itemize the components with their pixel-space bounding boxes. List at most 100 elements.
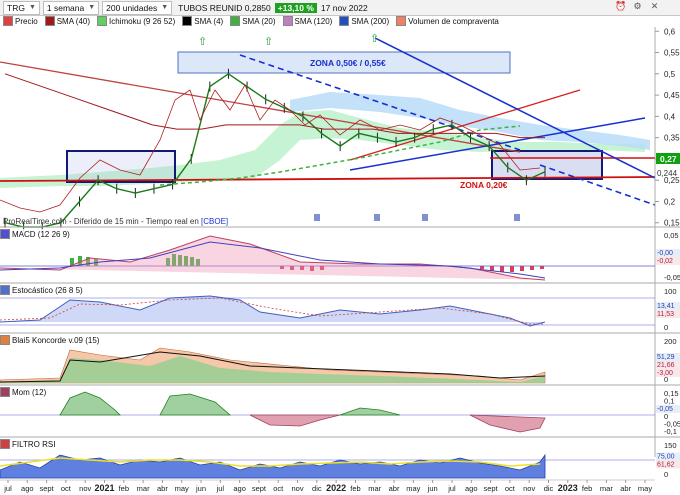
x-tick-label: ago [21,484,34,493]
x-tick-label: jun [195,484,206,493]
legend-swatch [0,387,10,397]
legend-item[interactable]: Volumen de compraventa [396,16,499,26]
price-tick-label: 0,5 [664,70,676,79]
price-tick-label: 0,55 [664,49,680,58]
mom-positive-1 [59,391,121,416]
price-tick-label: 0,35 [664,134,680,143]
legend-swatch [97,16,108,26]
x-tick-label: oct [61,484,72,493]
legend-item[interactable]: SMA (20) [230,16,276,26]
legend-swatch [396,16,407,26]
legend-swatch [282,16,293,26]
macd-panel-label[interactable]: MACD (12 26 9) [0,229,72,239]
dividend-icon[interactable] [374,214,380,221]
x-tick-label: mar [137,484,150,493]
legend-label: SMA (4) [194,16,224,26]
x-tick-label: 2022 [326,483,346,493]
indicator-legend: Precio SMA (40) Ichimoku (9 26 52) SMA (4) S… [0,15,503,27]
price-tick-label: 0,2 [664,197,676,206]
dividend-icon[interactable] [422,214,428,221]
chart-canvas: ZONA 0,50€ / 0,55€ ZONA 0,20€ ⇧ ⇧ ⇧ 0,6 0… [0,27,680,493]
mom-positive-3 [339,407,401,416]
rsi-panel-label[interactable]: FILTRO RSI [0,439,58,449]
legend-swatch [339,16,350,26]
up-arrow-icon: ⇧ [370,33,379,45]
legend-item[interactable]: SMA (4) [182,16,223,26]
stochastic-panel-label[interactable]: Estocástico (26 8 5) [0,285,85,295]
x-axis-ticks: jul ago sept oct nov 2021 feb mar abr may jun jul ag… [3,480,652,493]
panel-readout: 61,62 [657,462,675,469]
panel-tick-label: 0 [664,323,668,332]
x-tick-label: feb [119,484,129,493]
x-tick-label: abr [157,484,168,493]
up-arrow-icon: ⇧ [198,36,207,48]
x-tick-label: jul [3,484,12,493]
legend-swatch [44,16,55,26]
zone-left-box [66,150,176,183]
legend-swatch [182,16,193,26]
legend-item[interactable]: SMA (200) [339,16,389,26]
panel-readout: 51,29 [657,354,675,361]
x-tick-label: jul [447,484,456,493]
legend-item[interactable]: SMA (120) [282,16,333,26]
legend-label: SMA (20) [242,16,276,26]
legend-label: SMA (40) [56,16,91,26]
panel-axis-ticks: 0,050-0,05-0,00-0,02100013,4111,53200100… [656,231,680,479]
panel-readout: 21,66 [657,362,675,369]
legend-label: Precio [15,16,38,26]
x-tick-label: ago [233,484,246,493]
legend-swatch [0,335,10,345]
legend-item[interactable]: SMA (40) [44,16,91,26]
panel-readout: -0,02 [657,258,673,265]
x-tick-label: may [175,484,189,493]
panel-tick-label: 200 [664,337,677,346]
mom-negative-2 [469,414,546,433]
legend-swatch [0,285,10,295]
price-tick-label: 0,15 [664,219,680,228]
legend-swatch [0,439,10,449]
zone-bottom-label: ZONA 0,20€ [460,180,508,190]
zone-top-label: ZONA 0,50€ / 0,55€ [310,58,386,68]
x-tick-label: abr [620,484,631,493]
x-tick-label: 2023 [558,483,578,493]
mom-positive-2 [159,393,232,416]
x-tick-label: nov [291,484,303,493]
panel-tick-label: 0 [664,470,668,479]
legend-label: Ichimoku (9 26 52) [109,16,176,26]
last-price-badge: 0,27 [660,154,677,164]
legend-swatch [230,16,241,26]
legend-item[interactable]: Precio [3,16,38,26]
x-tick-label: nov [523,484,535,493]
x-tick-label: sept [483,484,498,493]
x-tick-label: jun [427,484,438,493]
price-tick-label: 0,6 [664,27,676,36]
legend-label: SMA (120) [294,16,333,26]
dividend-icon[interactable] [514,214,520,221]
panel-readout: -3,00 [657,370,673,377]
mom-negative-1 [249,414,341,427]
panel-tick-label: -0,1 [664,427,677,436]
x-tick-label: 2021 [94,483,114,493]
panel-readout: -0,00 [657,250,673,257]
cboe-link[interactable]: [CBOE] [201,217,228,226]
legend-item[interactable]: Ichimoku (9 26 52) [97,16,175,26]
x-tick-label: dic [544,484,554,493]
x-tick-label: oct [273,484,284,493]
up-arrow-icon: ⇧ [264,36,273,48]
price-axis-ticks: 0,60,550,50,450,40,350,30,250,20,15 [655,27,680,228]
x-tick-label: oct [505,484,516,493]
panel-readout: 13,41 [657,303,675,310]
x-tick-label: feb [582,484,592,493]
panel-readout: 75,00 [657,454,675,461]
x-tick-label: mar [368,484,381,493]
dividend-icon[interactable] [314,214,320,221]
price-tick-label: 0,4 [664,112,676,121]
x-tick-label: jul [216,484,225,493]
koncorde-panel-label[interactable]: Blai5 Koncorde v.09 (15) [0,335,102,345]
x-tick-label: sept [40,484,55,493]
x-tick-label: ago [465,484,478,493]
momentum-panel-label[interactable]: Mom (12) [0,387,49,397]
x-tick-label: mar [600,484,613,493]
x-tick-label: nov [79,484,91,493]
price-tick-label: 0,45 [664,91,680,100]
